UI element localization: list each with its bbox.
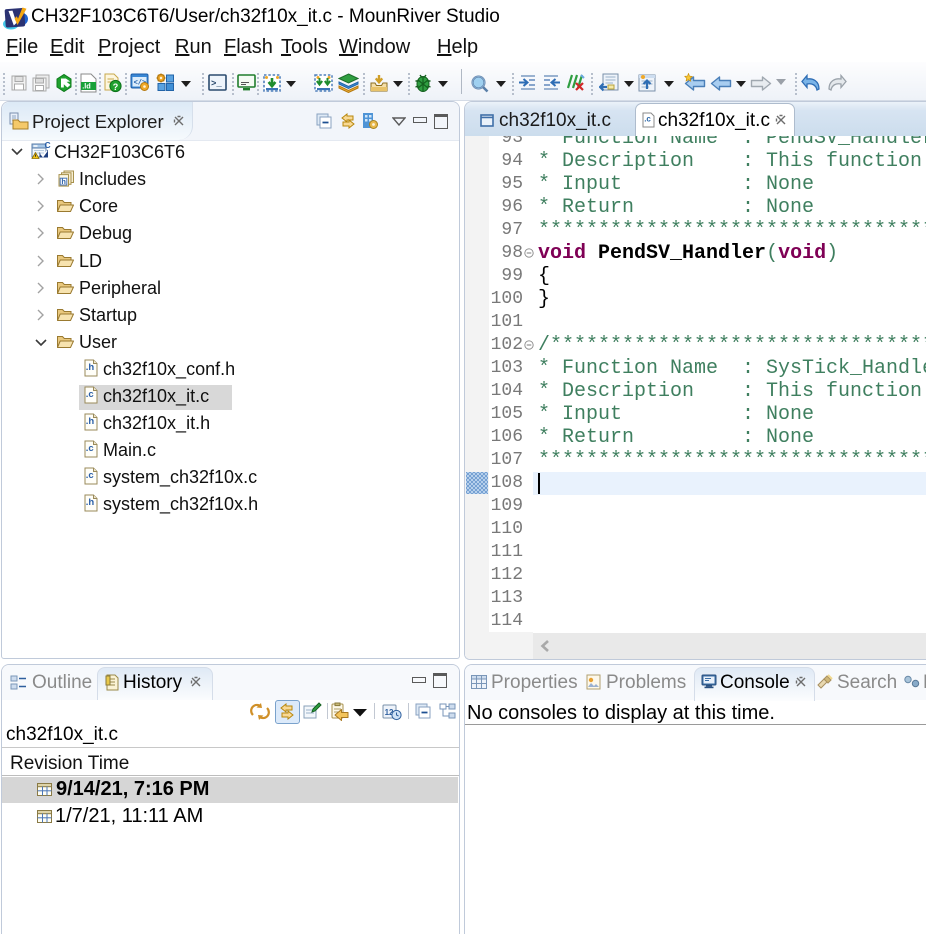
- svg-text:.ld: .ld: [82, 82, 91, 91]
- svg-text:.h: .h: [86, 497, 95, 508]
- svg-text:>_: >_: [211, 79, 222, 89]
- svg-text:.c: .c: [86, 470, 94, 481]
- svg-text:C: C: [45, 141, 51, 150]
- svg-text:.c: .c: [644, 115, 651, 124]
- svg-text:.c: .c: [86, 389, 94, 400]
- svg-text:?: ?: [113, 82, 119, 92]
- svg-text:h: h: [61, 177, 66, 186]
- svg-text:.h: .h: [86, 416, 95, 427]
- svg-text:.h: .h: [86, 362, 95, 373]
- svg-text:.c: .c: [86, 443, 94, 454]
